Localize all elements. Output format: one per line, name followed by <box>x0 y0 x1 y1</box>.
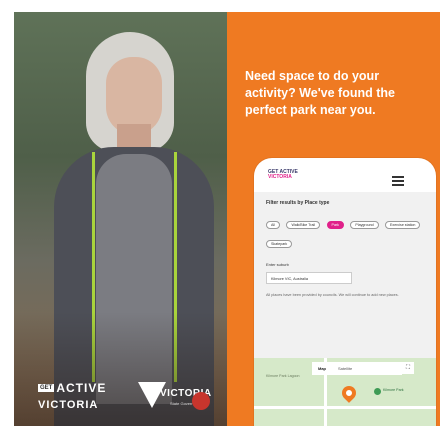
chip-group: All Walk/Bike Trail Park Playground Exer… <box>266 213 426 251</box>
fullscreen-icon[interactable]: ⛶ <box>402 362 414 374</box>
victoria-government-logo: VICTORIA State Government <box>138 380 216 414</box>
suburb-label: Enter suburb <box>266 262 289 267</box>
chip-park[interactable]: Park <box>326 221 344 229</box>
filter-panel: Filter results by Place type All Walk/Bi… <box>254 192 436 358</box>
app-logo[interactable]: GET ACTIVE VICTORIA <box>268 170 298 180</box>
photo-panel: GET ACTIVE VICTORIA VICTORIA State Govern… <box>14 12 227 426</box>
chip-walk-bike-trail[interactable]: Walk/Bike Trail <box>286 221 321 229</box>
get-active-victoria-logo: GET ACTIVE VICTORIA <box>38 380 112 414</box>
hamburger-icon[interactable] <box>392 176 404 186</box>
filter-title: Filter results by Place type <box>266 200 330 206</box>
headline: Need space to do your activity? We've fo… <box>245 69 395 117</box>
ad-frame: GET ACTIVE VICTORIA VICTORIA State Govern… <box>14 12 440 426</box>
gav-active: ACTIVE <box>56 380 107 395</box>
app-logo-line2: VICTORIA <box>268 174 292 180</box>
vic-circle <box>192 392 210 410</box>
park-marker-icon[interactable] <box>374 388 381 395</box>
places-note: All places have been provided by council… <box>266 293 399 297</box>
location-pin-icon[interactable] <box>339 383 359 403</box>
suburb-input[interactable]: Kilmore VIC, Australia <box>266 272 352 284</box>
map-type-tabs: Map Satellite <box>312 362 402 375</box>
chip-skatepark[interactable]: Skatepark <box>266 240 293 248</box>
chip-all[interactable]: All <box>266 221 280 229</box>
gav-get: GET <box>38 383 55 392</box>
satellite-tab[interactable]: Satellite <box>332 362 358 375</box>
gav-victoria: VICTORIA <box>38 399 99 411</box>
orange-panel: Need space to do your activity? We've fo… <box>227 12 440 426</box>
map-tab[interactable]: Map <box>312 362 332 375</box>
map-area-label: Kilmore Park Lagoon <box>266 374 300 378</box>
chip-exercise-station[interactable]: Exercise station <box>385 221 421 229</box>
map-view[interactable]: Kilmore Park Lagoon Map Satellite ⛶ Kilmo… <box>254 358 436 426</box>
map-road <box>254 406 436 409</box>
app-header: GET ACTIVE VICTORIA <box>254 158 436 192</box>
park-marker-label: Kilmore Park <box>383 388 404 392</box>
chip-playground[interactable]: Playground <box>350 221 379 229</box>
phone-mockup: GET ACTIVE VICTORIA Filter results by Pl… <box>254 158 436 426</box>
logos: GET ACTIVE VICTORIA VICTORIA State Govern… <box>38 380 218 420</box>
